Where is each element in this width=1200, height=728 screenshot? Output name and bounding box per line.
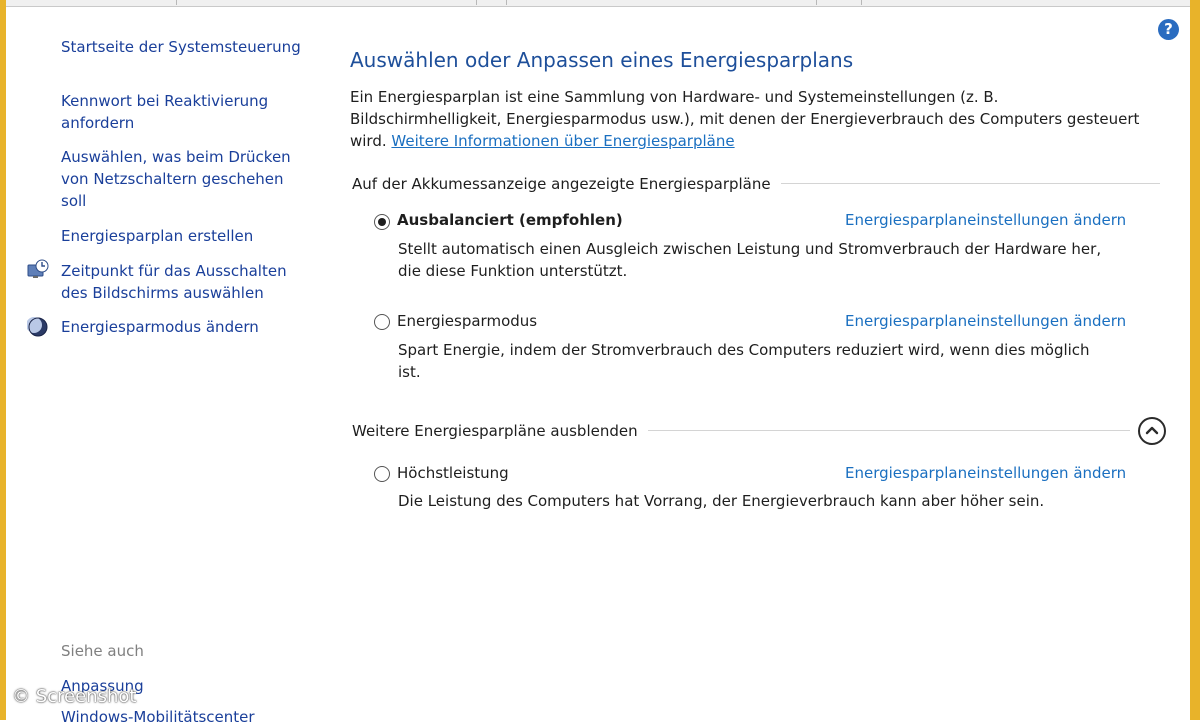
plan-desc-line: die diese Funktion unterstützt. [398, 262, 628, 280]
group-label-battery-plans: Auf der Akkumessanzeige angezeigte Energ… [352, 173, 781, 195]
sidebar-item-power-buttons[interactable]: Auswählen, was beim Drücken von Netzscha… [61, 146, 291, 212]
plan-desc-line: Die Leistung des Computers hat Vorrang, … [398, 492, 1045, 510]
sidebar-item-label: des Bildschirms auswählen [61, 284, 264, 302]
intro-line: Bildschirmhelligkeit, Energiesparmodus u… [350, 110, 1140, 128]
sidebar-item-display-off[interactable]: Zeitpunkt für das Ausschalten des Bildsc… [61, 260, 287, 304]
plan-name-power-saver[interactable]: Energiesparmodus [397, 310, 537, 332]
sidebar-item-label: Zeitpunkt für das Ausschalten [61, 262, 287, 280]
sidebar-item-label: Energiesparplan erstellen [61, 227, 254, 245]
sidebar-item-label: Startseite der Systemsteuerung [61, 38, 301, 56]
sidebar-item-sleep[interactable]: Energiesparmodus ändern [61, 316, 259, 338]
plan-desc-line: Spart Energie, indem der Stromverbrauch … [398, 341, 1090, 359]
see-also-heading: Siehe auch [61, 642, 144, 660]
plan-radio-balanced[interactable] [374, 214, 390, 230]
sidebar-item-control-panel-home[interactable]: Startseite der Systemsteuerung [61, 36, 301, 58]
intro-line: wird. Weitere Informationen über Energie… [350, 130, 1170, 152]
display-clock-icon [27, 259, 49, 278]
address-bar-strip [6, 0, 1190, 7]
search-box-edge[interactable] [861, 0, 862, 5]
address-bar-divider [506, 0, 507, 5]
intro-line: Ein Energiesparplan ist eine Sammlung vo… [350, 88, 999, 106]
window-frame-right [1190, 0, 1200, 720]
window-frame-left [0, 0, 6, 720]
plan-name-high-performance[interactable]: Höchstleistung [397, 462, 509, 484]
plan-desc-high-performance: Die Leistung des Computers hat Vorrang, … [398, 490, 1138, 512]
sidebar-item-label: von Netzschaltern geschehen [61, 170, 284, 188]
plan-desc-balanced: Stellt automatisch einen Ausgleich zwisc… [398, 238, 1138, 282]
sidebar-item-require-password[interactable]: Kennwort bei Reaktivierung anfordern [61, 90, 268, 134]
sidebar-item-create-plan[interactable]: Energiesparplan erstellen [61, 225, 253, 247]
plan-radio-power-saver[interactable] [374, 314, 390, 330]
screenshot-watermark: © Screenshot [12, 686, 137, 707]
more-info-link[interactable]: Weitere Informationen über Energiesparpl… [391, 132, 734, 150]
address-bar-divider [476, 0, 477, 5]
sidebar-item-label: Auswählen, was beim Drücken [61, 148, 291, 166]
intro-text: Ein Energiesparplan ist eine Sammlung vo… [350, 86, 1170, 152]
chevron-up-icon [1145, 426, 1159, 435]
plan-radio-high-performance[interactable] [374, 466, 390, 482]
plan-name-balanced[interactable]: Ausbalanciert (empfohlen) [397, 209, 623, 231]
plan-desc-line: ist. [398, 363, 421, 381]
group-label-more-plans[interactable]: Weitere Energiesparpläne ausblenden [352, 420, 648, 442]
intro-prefix: wird. [350, 132, 387, 150]
see-also-link-mobility-center[interactable]: Windows-Mobilitätscenter [61, 706, 255, 728]
sidebar-item-label: anfordern [61, 114, 135, 132]
plan-settings-link-balanced[interactable]: Energiesparplaneinstellungen ändern [845, 209, 1126, 231]
plan-settings-link-power-saver[interactable]: Energiesparplaneinstellungen ändern [845, 310, 1126, 332]
sidebar-item-label: soll [61, 192, 87, 210]
moon-icon [27, 317, 48, 337]
sidebar-item-label: Kennwort bei Reaktivierung [61, 92, 269, 110]
address-bar-divider [176, 0, 177, 5]
page-title: Auswählen oder Anpassen eines Energiespa… [350, 48, 854, 72]
plan-desc-power-saver: Spart Energie, indem der Stromverbrauch … [398, 339, 1138, 383]
plan-desc-line: Stellt automatisch einen Ausgleich zwisc… [398, 240, 1102, 258]
address-bar-divider [816, 0, 817, 5]
chevron-up-circle-icon[interactable] [1138, 417, 1166, 445]
help-icon[interactable]: ? [1158, 19, 1179, 40]
sidebar-item-label: Energiesparmodus ändern [61, 318, 259, 336]
plan-settings-link-high-performance[interactable]: Energiesparplaneinstellungen ändern [845, 462, 1126, 484]
